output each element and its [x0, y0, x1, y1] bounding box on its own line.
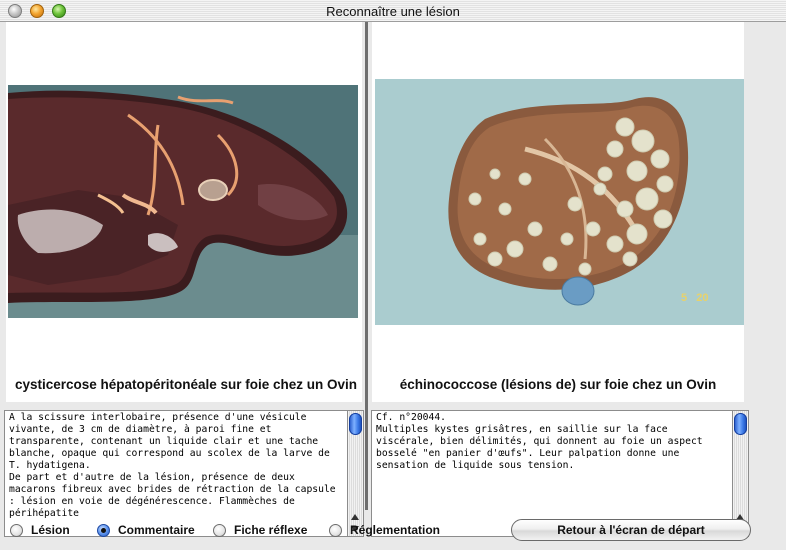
scrollbar-right[interactable]: [733, 410, 749, 537]
lesion-caption-right: échinococcose (lésions de) sur foie chez…: [399, 377, 717, 392]
lesion-photo-echinococcose: [375, 79, 744, 325]
radio-label-commentaire: Commentaire: [118, 523, 195, 537]
window-content: 5 20 cysticercose hépatopéritonéale sur …: [0, 22, 786, 550]
radio-label-reglementation: Réglementation: [350, 523, 441, 537]
scroll-up-arrow-icon[interactable]: [351, 514, 359, 520]
panel-divider: [365, 22, 368, 510]
radio-button-fiche-reflexe[interactable]: [213, 523, 226, 537]
radio-commentaire[interactable]: Commentaire: [97, 521, 195, 539]
window-title: Reconnaître une lésion: [326, 4, 460, 19]
return-to-start-button[interactable]: Retour à l'écran de départ: [511, 519, 751, 541]
radio-button-commentaire[interactable]: [97, 523, 110, 537]
comment-text-right[interactable]: Cf. n°20044. Multiples kystes grisâtres,…: [371, 410, 733, 537]
lesion-caption-left: cysticercose hépatopéritonéale sur foie …: [14, 377, 358, 392]
scroll-thumb[interactable]: [349, 413, 362, 435]
scroll-thumb[interactable]: [734, 413, 747, 435]
radio-button-lesion[interactable]: [10, 523, 23, 537]
lesion-photo-cysticercose: [8, 85, 358, 318]
title-bar: Reconnaître une lésion: [0, 0, 786, 22]
radio-reglementation[interactable]: Réglementation: [329, 521, 440, 539]
radio-label-fiche-reflexe: Fiche réflexe: [234, 523, 308, 537]
radio-label-lesion: Lésion: [31, 523, 70, 537]
photo-stamp: 5 20: [681, 292, 709, 304]
scrollbar-left[interactable]: [348, 410, 364, 537]
radio-lesion[interactable]: Lésion: [10, 521, 70, 539]
radio-fiche-reflexe[interactable]: Fiche réflexe: [213, 521, 307, 539]
radio-button-reglementation[interactable]: [329, 523, 342, 537]
comment-text-left[interactable]: A la scissure interlobaire, présence d'u…: [4, 410, 348, 537]
